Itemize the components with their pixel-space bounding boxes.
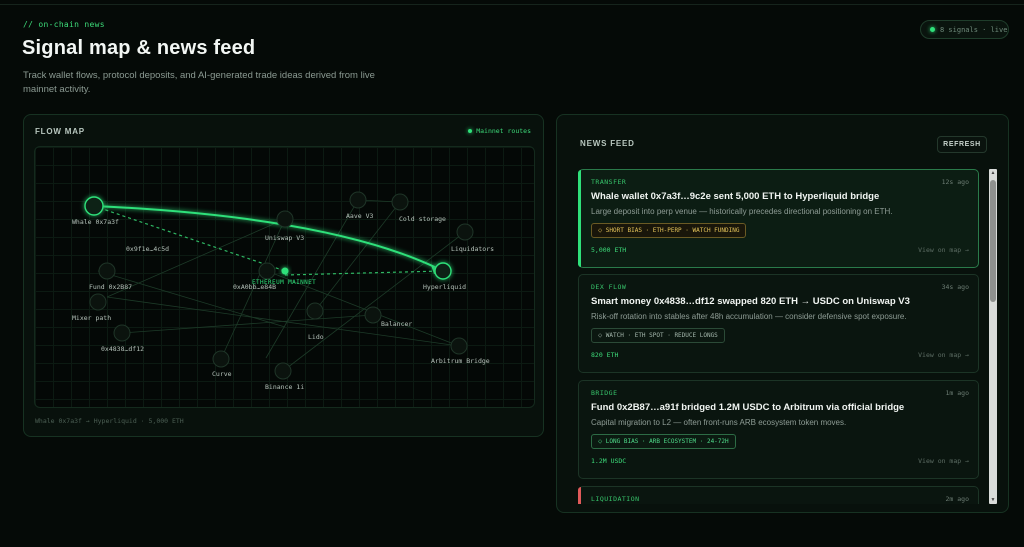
card-headline: Fund 0x2B87…a91f bridged 1.2M USDC to Ar… xyxy=(591,402,905,413)
signal-chip: ⬦ SHORT BIAS · ETH-PERP · WATCH FUNDING xyxy=(591,223,747,238)
label-hyperliquid: Hyperliquid xyxy=(423,283,466,291)
news-card[interactable]: LIQUIDATION 2m ago xyxy=(578,486,979,504)
node-0xa0bb[interactable] xyxy=(258,262,276,280)
flow-map-canvas[interactable]: Whale 0x7a3f Aave V3 Cold storage Uniswa… xyxy=(34,146,535,408)
node-arbitrum[interactable] xyxy=(450,337,468,355)
signal-chip: ⬦ LONG BIAS · ARB ECOSYSTEM · 24-72H xyxy=(591,434,736,449)
card-headline: Smart money 0x4838…df12 swapped 820 ETH … xyxy=(591,296,910,307)
scroll-up-icon[interactable]: ▲ xyxy=(989,169,997,177)
card-description: Large deposit into perp venue — historic… xyxy=(591,207,893,216)
card-headline: Whale wallet 0x7a3f…9c2e sent 5,000 ETH … xyxy=(591,191,880,202)
card-description: Risk-off rotation into stables after 48h… xyxy=(591,312,907,321)
label-binance: Binance 1i xyxy=(265,383,304,391)
card-tag: DEX FLOW xyxy=(591,283,627,291)
news-card[interactable]: BRIDGE 1m ago Fund 0x2B87…a91f bridged 1… xyxy=(578,380,979,479)
card-tag: TRANSFER xyxy=(591,178,627,186)
node-curve[interactable] xyxy=(212,350,230,368)
live-signals-label: 8 signals · live xyxy=(940,25,1008,34)
label-curve: Curve xyxy=(212,370,232,378)
card-time: 34s ago xyxy=(941,283,969,291)
view-on-map-link[interactable]: View on map → xyxy=(918,457,969,465)
live-signals-badge: 8 signals · live xyxy=(920,20,1009,39)
view-on-map-link[interactable]: View on map → xyxy=(918,246,969,254)
card-amount: 820 ETH xyxy=(591,351,619,359)
label-balancer: Balancer xyxy=(381,320,412,328)
label-ethereum-mainnet: ETHEREUM MAINNET xyxy=(252,279,316,286)
mainnet-routes-legend: Mainnet routes xyxy=(468,127,531,135)
news-feed-panel: NEWS FEED REFRESH TRANSFER 12s ago Whale… xyxy=(556,114,1009,513)
card-accent-bar xyxy=(578,170,581,267)
label-whale: Whale 0x7a3f xyxy=(72,218,119,226)
news-card[interactable]: TRANSFER 12s ago Whale wallet 0x7a3f…9c2… xyxy=(578,169,979,268)
page-subtitle: Track wallet flows, protocol deposits, a… xyxy=(23,70,375,95)
flow-map-graph: Whale 0x7a3f Aave V3 Cold storage Uniswa… xyxy=(72,191,494,391)
card-time: 12s ago xyxy=(941,178,969,186)
section-kicker: // on-chain news xyxy=(23,20,105,29)
flow-map-title: FLOW MAP xyxy=(35,127,85,136)
label-cold-storage: Cold storage xyxy=(399,215,446,223)
card-amount: 5,000 ETH xyxy=(591,246,627,254)
node-mixer[interactable] xyxy=(89,293,107,311)
node-fund[interactable] xyxy=(98,262,116,280)
routes-dot-icon xyxy=(468,129,473,133)
node-liquidators[interactable] xyxy=(456,223,474,241)
refresh-button[interactable]: REFRESH xyxy=(937,136,987,153)
label-fund: Fund 0x2B87 xyxy=(89,283,132,291)
card-tag: BRIDGE xyxy=(591,389,618,397)
flow-map-caption: Whale 0x7a3f → Hyperliquid · 5,000 ETH xyxy=(35,417,184,425)
label-0x9f1e: 0x9f1e…4c5d xyxy=(126,245,169,253)
feed-scrollbar[interactable]: ▲ ▼ xyxy=(989,169,997,504)
label-aave: Aave V3 xyxy=(346,212,373,220)
signal-chip: ⬦ WATCH · ETH SPOT · REDUCE LONGS xyxy=(591,328,725,343)
flow-map-panel: FLOW MAP Mainnet routes Whale 0x7a3f Aav… xyxy=(23,114,544,437)
routes-label: Mainnet routes xyxy=(476,127,531,135)
node-uniswap[interactable] xyxy=(276,210,294,228)
label-0x4838: 0x4838…df12 xyxy=(101,345,144,353)
node-0x4838[interactable] xyxy=(113,324,131,342)
card-time: 1m ago xyxy=(945,389,969,397)
flow-edge xyxy=(121,314,374,334)
view-on-map-link[interactable]: View on map → xyxy=(918,351,969,359)
node-whale[interactable] xyxy=(84,196,104,216)
card-time: 2m ago xyxy=(945,495,969,503)
label-liquidators: Liquidators xyxy=(451,245,494,253)
label-arbitrum: Arbitrum Bridge xyxy=(431,357,490,365)
page-title: Signal map & news feed xyxy=(22,37,256,59)
dashed-flow xyxy=(284,270,444,276)
node-cold-storage[interactable] xyxy=(391,193,409,211)
label-lido: Lido xyxy=(308,333,324,341)
node-hyperliquid[interactable] xyxy=(434,262,452,280)
news-card[interactable]: DEX FLOW 34s ago Smart money 0x4838…df12… xyxy=(578,274,979,373)
top-divider xyxy=(0,4,1024,5)
node-binance[interactable] xyxy=(274,362,292,380)
node-aave[interactable] xyxy=(349,191,367,209)
label-mixer: Mixer path xyxy=(72,314,111,322)
card-accent-bar xyxy=(578,487,581,504)
scroll-down-icon[interactable]: ▼ xyxy=(989,496,997,504)
flow-edge xyxy=(282,231,466,372)
node-ethereum-mainnet[interactable] xyxy=(281,267,289,275)
node-lido[interactable] xyxy=(306,302,324,320)
live-dot-icon xyxy=(930,27,935,32)
node-balancer[interactable] xyxy=(364,306,382,324)
label-uniswap: Uniswap V3 xyxy=(265,234,304,242)
card-amount: 1.2M USDC xyxy=(591,457,627,465)
news-feed-list[interactable]: TRANSFER 12s ago Whale wallet 0x7a3f…9c2… xyxy=(578,169,979,504)
news-feed-title: NEWS FEED xyxy=(580,139,635,148)
card-tag: LIQUIDATION xyxy=(591,495,640,503)
scrollbar-thumb[interactable] xyxy=(990,180,996,302)
card-description: Capital migration to L2 — often front-ru… xyxy=(591,418,847,427)
